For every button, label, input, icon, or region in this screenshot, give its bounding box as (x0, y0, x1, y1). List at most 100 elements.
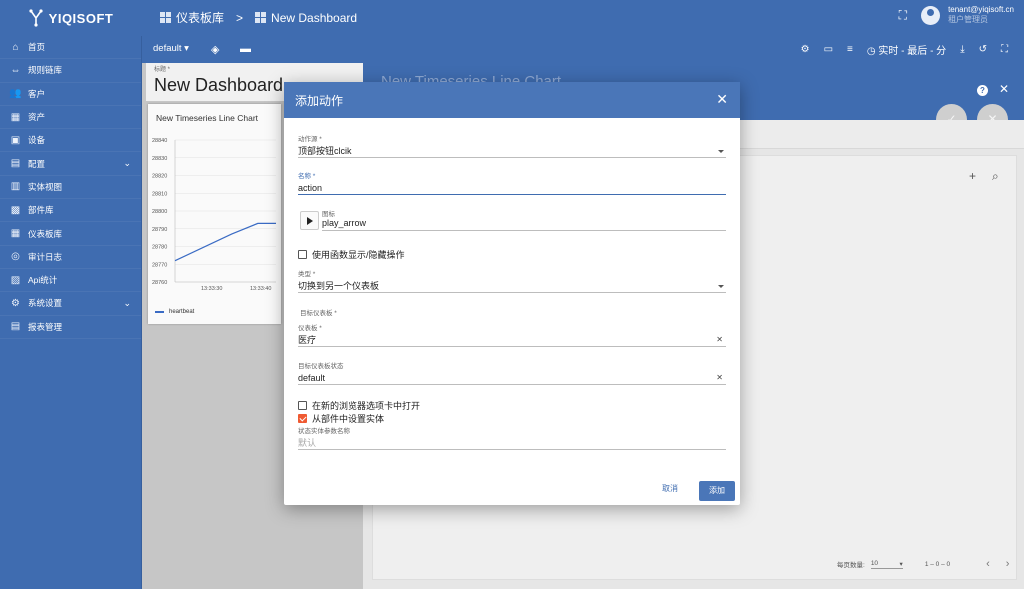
sidebar-item-api-stats[interactable]: ▨ Api统计 (0, 269, 141, 293)
sidebar-item-label: 报表管理 (28, 321, 63, 332)
checkbox-box[interactable] (298, 401, 307, 410)
devices-icon: ▣ (10, 134, 21, 146)
checkbox-box-checked[interactable] (298, 414, 307, 423)
avatar[interactable] (921, 5, 941, 25)
icon-field[interactable]: 图标 play_arrow (300, 208, 726, 234)
page-size-select[interactable]: 10 ▾ (870, 560, 903, 569)
add-button[interactable]: 添加 (699, 481, 735, 501)
close-icon[interactable]: ✕ (716, 92, 728, 106)
y-tick-label: 28810 (152, 191, 167, 197)
help-icon[interactable]: ? (977, 85, 988, 96)
state-entity-param-field[interactable]: 状态实体参数名称 默认 (298, 425, 726, 450)
dashboard-title: New Dashboard (154, 75, 284, 95)
sidebar-item-audit-logs[interactable]: ◎ 审计日志 (0, 246, 141, 269)
sidebar-item-widgets[interactable]: ▩ 部件库 (0, 199, 141, 223)
gear-icon[interactable]: ⚙ (801, 44, 810, 55)
target-state-label: 目标仪表板状态 (298, 363, 344, 370)
filter-icon[interactable]: ≡ (847, 44, 853, 55)
breadcrumb-separator: > (236, 10, 244, 25)
dashboard-title-label: 标题 * (154, 67, 171, 73)
download-icon[interactable]: ⤓ (960, 44, 964, 55)
sidebar-item-label: 客户 (28, 88, 46, 99)
search-icon[interactable]: ⌕ (992, 169, 999, 184)
name-field[interactable]: 名称 * action (298, 170, 726, 195)
checkbox-label: 使用函数显示/隐藏操作 (312, 250, 405, 260)
sidebar-item-reports[interactable]: ▤ 报表管理 (0, 316, 141, 339)
chart-legend: heartbeat (155, 309, 194, 315)
dashboard-select[interactable]: 仪表板 * 医疗 ✕ (298, 322, 726, 347)
logo-text: YIQISOFT (48, 10, 114, 26)
line-chart: 28840 28830 28820 28810 28800 28790 28780 28770… (152, 138, 276, 292)
state-entity-param-label: 状态实体参数名称 (298, 428, 350, 435)
breadcrumb-item-dashboards[interactable]: 仪表板库 (176, 9, 224, 26)
sidebar-item-home[interactable]: ⌂ 首页 (0, 36, 141, 60)
name-input[interactable]: action (298, 183, 322, 193)
sidebar-item-label: 资产 (28, 112, 46, 123)
action-source-value: 顶部按钮clcik (298, 146, 352, 156)
prev-page-icon[interactable]: ‹ (986, 558, 990, 570)
devices-icon[interactable]: ▭ (824, 44, 833, 55)
history-icon[interactable]: ↺ (979, 44, 987, 55)
open-new-tab-checkbox[interactable]: 在新的浏览器选项卡中打开 (298, 399, 420, 412)
sidebar-item-config[interactable]: ▤ 配置 ⌄ (0, 152, 141, 176)
top-bar: YIQISOFT 仪表板库 > New Dashboard ⛶ tenant@y… (0, 0, 1024, 36)
sidebar-item-label: 设备 (28, 135, 46, 146)
action-type-select[interactable]: 类型 * 切换到另一个仪表板 (298, 268, 726, 293)
breadcrumb: 仪表板库 > New Dashboard (160, 9, 357, 26)
sidebar-item-rule-chains[interactable]: ⇔ 规则链库 (0, 59, 141, 83)
sidebar-item-customers[interactable]: 👥 客户 (0, 83, 141, 106)
name-label: 名称 * (298, 173, 316, 180)
paginator: 每页数量: 10 ▾ 1 – 0 – 0 ‹ › (837, 558, 1009, 570)
timewindow-label: 实时 - 最后 - 分 (878, 46, 947, 57)
close-icon[interactable]: ✕ (999, 82, 1009, 96)
state-selector-value: default (153, 43, 182, 54)
play-arrow-icon (306, 216, 313, 225)
chevron-down-icon[interactable]: ⌄ (123, 298, 131, 309)
fullscreen-icon[interactable]: ⛶ (899, 8, 907, 23)
layers-icon[interactable]: ◈ (211, 43, 219, 56)
timeseries-widget[interactable]: New Timeseries Line Chart 28840 28830 2882… (148, 104, 281, 324)
legend-label: heartbeat (169, 309, 195, 315)
fullscreen-icon[interactable]: ⛶ (1001, 44, 1008, 55)
sidebar-item-devices[interactable]: ▣ 设备 (0, 129, 141, 153)
show-hide-fn-checkbox[interactable]: 使用函数显示/隐藏操作 (298, 248, 405, 261)
y-tick-label: 28840 (152, 138, 167, 144)
sidebar-item-system-settings[interactable]: ⚙ 系统设置 ⌄ (0, 292, 141, 316)
clear-icon[interactable]: ✕ (716, 334, 723, 346)
dashboard-value: 医疗 (298, 335, 317, 345)
set-entity-checkbox[interactable]: 从部件中设置实体 (298, 412, 384, 425)
action-source-select[interactable]: 动作源 * 顶部按钮clcik (298, 133, 726, 158)
clear-icon[interactable]: ✕ (716, 372, 723, 384)
chevron-down-icon[interactable]: ⌄ (123, 158, 131, 169)
sidebar-item-label: 系统设置 (28, 298, 63, 309)
dashboard-toolbar: default ▾ ◈ ▬ ⚙ ▭ ≡ ◷ 实时 - 最后 - 分 ⤓ ↺ ⛶ (142, 36, 1024, 63)
sidebar-item-entity-views[interactable]: ▥ 实体视图 (0, 176, 141, 200)
state-entity-param-placeholder[interactable]: 默认 (298, 438, 316, 448)
user-menu[interactable]: ⛶ tenant@yiqisoft.cn 租户管理员 (899, 5, 1014, 25)
checkbox-label: 从部件中设置实体 (312, 414, 385, 424)
target-state-field[interactable]: 目标仪表板状态 default ✕ (298, 360, 726, 385)
state-selector[interactable]: default ▾ (153, 43, 189, 54)
y-tick-label: 28820 (152, 174, 167, 180)
target-state-value: default (298, 373, 326, 383)
next-page-icon[interactable]: › (1006, 558, 1010, 570)
icon-input[interactable]: play_arrow (322, 218, 726, 231)
sidebar-item-dashboards[interactable]: ▦ 仪表板库 (0, 222, 141, 246)
x-tick-label: 13:33:40 (250, 286, 271, 292)
cancel-button[interactable]: 取消 (662, 483, 678, 494)
add-icon[interactable]: + (969, 169, 976, 183)
sidebar-item-assets[interactable]: ▦ 资产 (0, 106, 141, 130)
checkbox-box[interactable] (298, 250, 307, 259)
home-icon: ⌂ (12, 41, 19, 53)
dashboard-icon (255, 12, 267, 23)
layout-icon[interactable]: ▬ (240, 43, 251, 55)
timewindow-button[interactable]: ◷ 实时 - 最后 - 分 (867, 42, 946, 57)
sidebar-item-label: 仪表板库 (28, 228, 63, 239)
checkbox-label: 在新的浏览器选项卡中打开 (312, 401, 421, 411)
icon-picker-button[interactable] (300, 211, 319, 230)
system-settings-icon: ⚙ (11, 297, 20, 309)
dashboards-icon (160, 12, 171, 23)
logo[interactable]: YIQISOFT (0, 0, 142, 36)
rule-chain-icon: ⇔ (10, 64, 21, 76)
target-dashboard-section-label: 目标仪表板 * (300, 310, 337, 317)
